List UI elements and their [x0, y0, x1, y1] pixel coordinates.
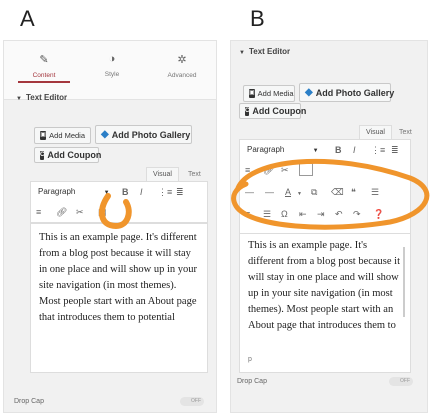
highlight-circle-b: [231, 158, 430, 230]
highlight-circle-a: [98, 193, 132, 230]
highlight-annotations: [98, 158, 430, 230]
